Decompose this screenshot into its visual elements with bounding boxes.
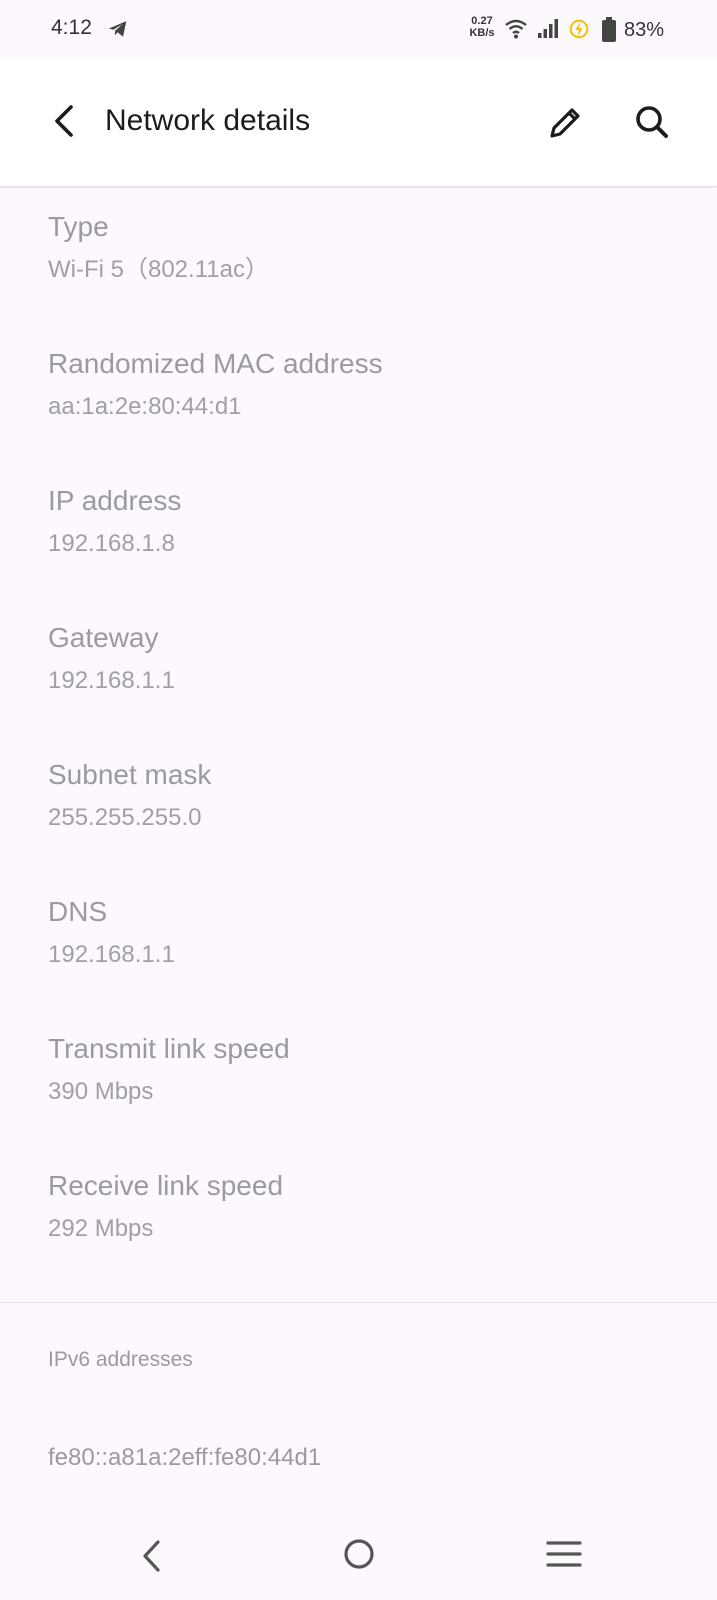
detail-label: Gateway <box>48 622 159 653</box>
search-icon[interactable] <box>630 100 674 144</box>
detail-label: DNS <box>48 896 108 927</box>
battery-icon <box>602 17 616 42</box>
detail-value: 390 Mbps <box>48 1078 154 1105</box>
detail-label: Type <box>48 211 109 242</box>
nav-home-icon[interactable] <box>340 1535 378 1573</box>
system-nav-bar <box>0 1520 717 1600</box>
detail-value: 292 Mbps <box>48 1215 154 1242</box>
arrow-back-icon[interactable] <box>44 98 84 144</box>
status-time: 4:12 <box>51 16 92 39</box>
detail-value: 255.255.255.0 <box>48 804 202 831</box>
power-save-icon <box>569 19 589 39</box>
ipv6-address[interactable]: fe80::a81a:2eff:fe80:44d1 <box>48 1444 321 1472</box>
detail-mac-address[interactable]: Randomized MAC address aa:1a:2e:80:44:d1 <box>48 347 688 421</box>
wifi-icon <box>505 19 527 39</box>
speed-value: 0.27 <box>471 15 493 27</box>
detail-transmit-speed[interactable]: Transmit link speed 390 Mbps <box>48 1032 688 1106</box>
detail-gateway[interactable]: Gateway 192.168.1.1 <box>48 621 688 695</box>
detail-label: Receive link speed <box>48 1170 284 1201</box>
ipv6-section-header: IPv6 addresses <box>48 1348 193 1371</box>
signal-icon <box>538 19 558 38</box>
page-title: Network details <box>105 104 311 137</box>
app-bar: Network details <box>0 60 717 187</box>
detail-label: IP address <box>48 485 182 516</box>
nav-recents-icon[interactable] <box>544 1536 584 1572</box>
detail-type[interactable]: Type Wi-Fi 5（802.11ac） <box>48 210 688 284</box>
detail-label: Randomized MAC address <box>48 348 383 379</box>
telegram-icon <box>108 21 127 37</box>
speed-unit: KB/s <box>469 27 495 39</box>
detail-label: Subnet mask <box>48 759 212 790</box>
status-bar: 4:12 0.27 KB/s 83% <box>0 0 717 60</box>
detail-value: 192.168.1.1 <box>48 667 175 694</box>
detail-value: aa:1a:2e:80:44:d1 <box>48 393 242 420</box>
network-speed-indicator: 0.27 KB/s <box>465 15 499 39</box>
section-divider <box>0 1302 717 1303</box>
detail-subnet-mask[interactable]: Subnet mask 255.255.255.0 <box>48 758 688 832</box>
detail-dns[interactable]: DNS 192.168.1.1 <box>48 895 688 969</box>
detail-receive-speed[interactable]: Receive link speed 292 Mbps <box>48 1169 688 1243</box>
detail-value: 192.168.1.1 <box>48 941 175 968</box>
detail-value: Wi-Fi 5（802.11ac） <box>48 256 269 283</box>
detail-ip-address[interactable]: IP address 192.168.1.8 <box>48 484 688 558</box>
nav-back-icon[interactable] <box>134 1536 170 1576</box>
detail-value: 192.168.1.8 <box>48 530 175 557</box>
pencil-icon[interactable] <box>544 100 588 144</box>
battery-percentage: 83% <box>624 19 665 41</box>
detail-label: Transmit link speed <box>48 1033 290 1064</box>
